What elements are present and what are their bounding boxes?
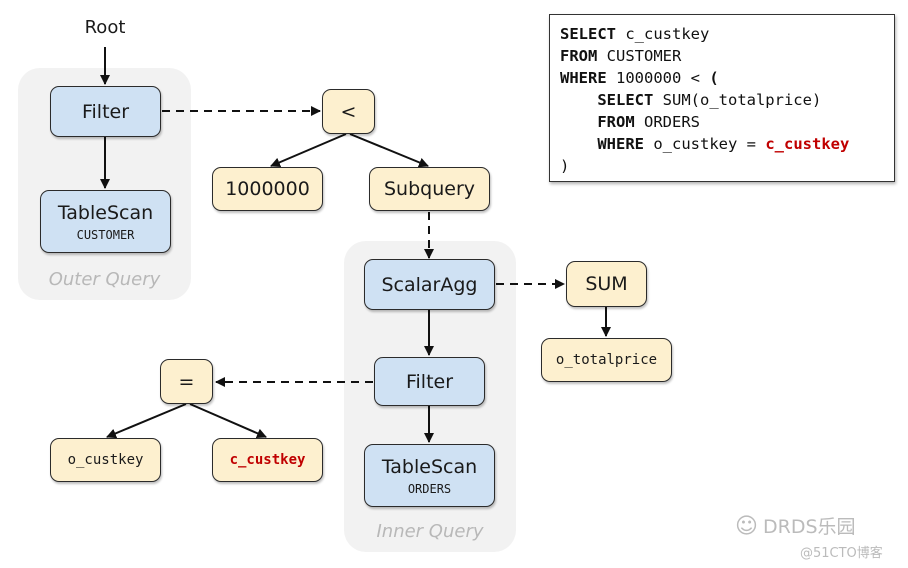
- sql-line: WHERE 1000000 < (: [560, 69, 719, 87]
- c-custkey-label: c_custkey: [229, 452, 306, 468]
- sql-correlated-ref: c_custkey: [765, 135, 850, 153]
- outer-tablescan-table: CUSTOMER: [76, 227, 135, 242]
- inner-tablescan-node[interactable]: TableScan ORDERS: [364, 444, 495, 507]
- edge-eq-ccustkey: [189, 403, 267, 439]
- scalaragg-node[interactable]: ScalarAgg: [364, 259, 495, 310]
- edge-lt-subquery: [349, 133, 429, 168]
- inner-filter-label: Filter: [405, 370, 454, 393]
- constant-node[interactable]: 1000000: [212, 167, 323, 211]
- sql-line: FROM ORDERS: [597, 113, 700, 131]
- scalaragg-label: ScalarAgg: [381, 273, 478, 296]
- eq-operator-label: =: [178, 370, 195, 393]
- sql-line: WHERE o_custkey = c_custkey: [597, 135, 850, 153]
- watermark: ☺ DRDS乐园: [735, 512, 856, 539]
- eq-operator-node[interactable]: =: [160, 359, 213, 404]
- watermark-brand: DRDS乐园: [763, 516, 856, 538]
- subquery-label: Subquery: [383, 178, 475, 200]
- subquery-node[interactable]: Subquery: [369, 167, 490, 211]
- o-custkey-node[interactable]: o_custkey: [50, 438, 161, 482]
- lt-operator-node[interactable]: <: [322, 89, 375, 134]
- inner-tablescan-table: ORDERS: [407, 481, 452, 496]
- edge-eq-ocustkey: [106, 403, 187, 439]
- outer-filter-node[interactable]: Filter: [50, 86, 161, 137]
- constant-label: 1000000: [225, 178, 310, 200]
- sum-label: SUM: [585, 273, 628, 295]
- o-custkey-label: o_custkey: [67, 452, 144, 468]
- inner-filter-node[interactable]: Filter: [374, 357, 485, 406]
- sql-query-box: SELECT c_custkey FROM CUSTOMER WHERE 100…: [549, 14, 895, 182]
- outer-filter-label: Filter: [81, 100, 130, 123]
- o-totalprice-label: o_totalprice: [555, 352, 658, 368]
- outer-tablescan-node[interactable]: TableScan CUSTOMER: [40, 190, 171, 253]
- root-label: Root: [84, 17, 126, 38]
- o-totalprice-node[interactable]: o_totalprice: [541, 338, 672, 382]
- edge-lt-const: [270, 133, 347, 168]
- sql-line: SELECT c_custkey: [560, 25, 710, 43]
- sql-line: SELECT SUM(o_totalprice): [597, 91, 822, 109]
- sql-line: FROM CUSTOMER: [560, 47, 682, 65]
- outer-tablescan-title: TableScan: [57, 201, 154, 224]
- sum-node[interactable]: SUM: [566, 261, 647, 307]
- lt-operator-label: <: [340, 100, 357, 123]
- watermark-source: @51CTO博客: [800, 546, 883, 561]
- wechat-icon: ☺: [735, 514, 758, 539]
- inner-tablescan-title: TableScan: [381, 455, 478, 478]
- c-custkey-node[interactable]: c_custkey: [212, 438, 323, 482]
- sql-line: ): [560, 157, 570, 175]
